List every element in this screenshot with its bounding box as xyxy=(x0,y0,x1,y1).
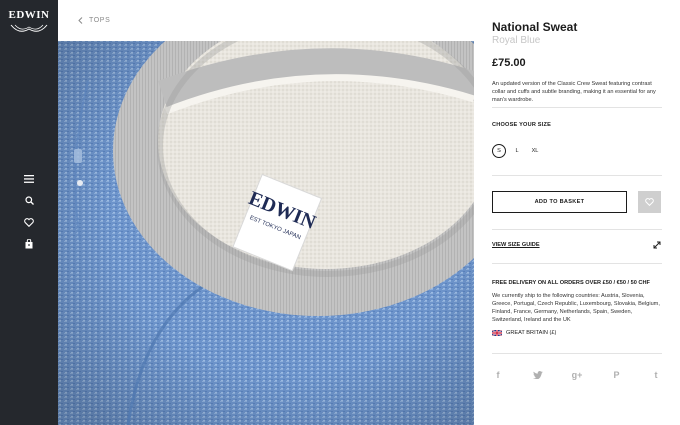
bag-icon[interactable] xyxy=(20,235,38,253)
size-option-l[interactable]: L xyxy=(510,144,524,158)
side-rail: EDWIN xyxy=(0,0,58,425)
brand-logo[interactable]: EDWIN xyxy=(6,8,52,48)
product-name: National Sweat xyxy=(492,20,578,34)
product-gallery: TOPS EDWIN EST TOKYO JAPAN xyxy=(58,0,474,425)
add-to-basket-button[interactable]: ADD TO BASKET xyxy=(492,191,627,213)
country-selector[interactable]: GREAT BRITAIN (£) xyxy=(492,330,556,336)
heart-icon xyxy=(645,198,654,206)
delivery-text: We currently ship to the following count… xyxy=(492,293,660,323)
uk-flag-icon xyxy=(492,330,502,336)
menu-icon[interactable] xyxy=(20,170,38,188)
divider xyxy=(492,263,662,264)
divider xyxy=(492,229,662,230)
facebook-icon[interactable]: f xyxy=(492,369,504,381)
country-label: GREAT BRITAIN (£) xyxy=(506,330,557,336)
breadcrumb-label: TOPS xyxy=(89,17,111,24)
product-price: £75.00 xyxy=(492,57,526,69)
logo-wings-icon xyxy=(10,24,48,32)
size-option-s[interactable]: S xyxy=(492,144,506,158)
social-share-bar: f g+ P t xyxy=(492,369,662,381)
twitter-icon[interactable] xyxy=(532,369,544,381)
delivery-heading: FREE DELIVERY ON ALL ORDERS OVER £50 / €… xyxy=(492,280,650,286)
tumblr-icon[interactable]: t xyxy=(650,369,662,381)
expand-icon[interactable] xyxy=(652,240,662,250)
chevron-left-icon xyxy=(78,17,83,24)
size-heading: CHOOSE YOUR SIZE xyxy=(492,122,552,128)
divider xyxy=(492,107,662,108)
product-info-panel: National Sweat Royal Blue £75.00 An upda… xyxy=(474,0,680,425)
heart-icon[interactable] xyxy=(20,213,38,231)
product-color: Royal Blue xyxy=(492,35,541,46)
pinterest-icon[interactable]: P xyxy=(611,369,623,381)
product-image: EDWIN EST TOKYO JAPAN xyxy=(58,41,474,425)
wishlist-button[interactable] xyxy=(638,191,661,213)
size-option-xl[interactable]: XL xyxy=(528,144,542,158)
divider xyxy=(492,175,662,176)
size-guide-link[interactable]: VIEW SIZE GUIDE xyxy=(492,242,540,248)
size-selector: S L XL xyxy=(492,144,546,158)
google-plus-icon[interactable]: g+ xyxy=(571,369,583,381)
logo-text: EDWIN xyxy=(8,9,50,21)
breadcrumb[interactable]: TOPS xyxy=(78,17,110,24)
divider xyxy=(492,353,662,354)
product-description: An updated version of the Classic Crew S… xyxy=(492,81,656,103)
search-icon[interactable] xyxy=(20,191,38,209)
